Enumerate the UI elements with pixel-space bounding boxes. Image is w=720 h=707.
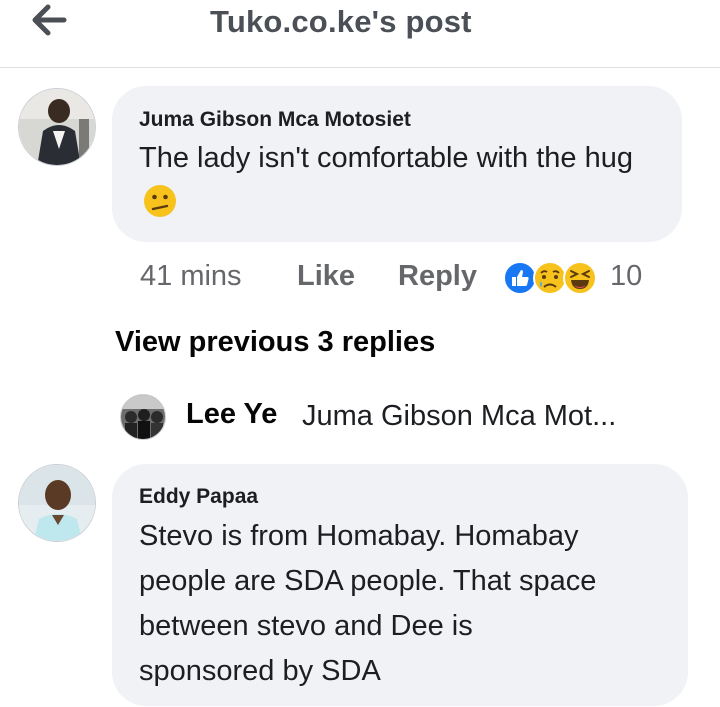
avatar[interactable] xyxy=(18,464,96,542)
arrow-left-icon xyxy=(32,4,67,36)
comment-author[interactable]: Juma Gibson Mca Motosiet xyxy=(139,108,411,132)
comment-text-line: Stevo is from Homabay. Homabay xyxy=(139,520,579,552)
comment-timestamp[interactable]: 41 mins xyxy=(140,260,242,293)
reaction-count[interactable]: 10 xyxy=(610,260,642,293)
avatar xyxy=(120,394,166,440)
confused-face-emoji xyxy=(144,185,176,217)
comment-text-line: between stevo and Dee is xyxy=(139,610,473,642)
comment-text-content: The lady isn't comfortable with the hug xyxy=(139,142,633,174)
back-button[interactable] xyxy=(28,2,72,38)
reply-author[interactable]: Lee Ye xyxy=(186,398,277,431)
reply-snippet: Juma Gibson Mca Mot... xyxy=(302,400,617,432)
comment-text-line: sponsored by SDA xyxy=(139,655,381,687)
reply-button[interactable]: Reply xyxy=(398,260,477,293)
reply-preview[interactable]: Lee Ye Juma Gibson Mca Mot... xyxy=(120,392,700,440)
view-previous-replies-link[interactable]: View previous 3 replies xyxy=(115,326,435,359)
comment-text: Stevo is from Homabay. Homabay people ar… xyxy=(139,514,679,694)
avatar[interactable] xyxy=(18,88,96,166)
comment-text: The lady isn't comfortable with the hug xyxy=(139,136,669,226)
comment-author[interactable]: Eddy Papaa xyxy=(139,485,258,509)
reaction-summary[interactable] xyxy=(502,258,606,298)
comment-text-line: people are SDA people. That space xyxy=(139,565,597,597)
like-button[interactable]: Like xyxy=(297,260,355,293)
haha-reaction-icon xyxy=(563,261,597,295)
post-header: Tuko.co.ke's post xyxy=(0,0,720,68)
comment-actions: 41 mins Like Reply 10 xyxy=(140,258,680,298)
page-title: Tuko.co.ke's post xyxy=(210,4,472,39)
